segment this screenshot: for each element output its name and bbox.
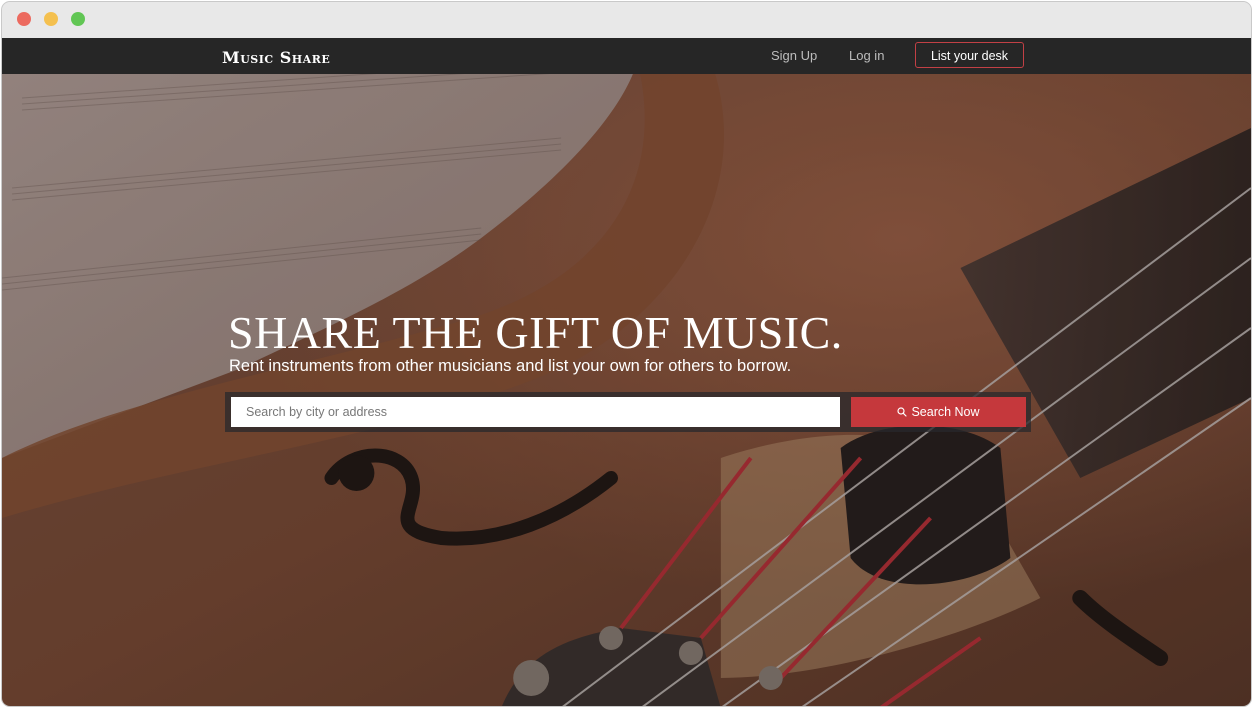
browser-window: Music Share Sign Up Log in List your des…: [1, 1, 1252, 707]
close-window-button[interactable]: [17, 12, 31, 26]
log-in-link[interactable]: Log in: [849, 48, 884, 63]
search-input[interactable]: [231, 397, 840, 427]
hero-title: SHARE THE GIFT OF MUSIC.: [228, 307, 843, 358]
search-button-label: Search Now: [911, 405, 980, 419]
search-bar: Search Now: [225, 392, 1031, 432]
page-viewport: Music Share Sign Up Log in List your des…: [2, 38, 1251, 706]
hero-subtitle: Rent instruments from other musicians an…: [229, 357, 792, 375]
top-navbar: Music Share Sign Up Log in List your des…: [2, 38, 1251, 74]
search-icon: [897, 407, 908, 417]
maximize-window-button[interactable]: [71, 12, 85, 26]
search-now-button[interactable]: Search Now: [851, 397, 1026, 427]
window-titlebar: [2, 2, 1251, 39]
sign-up-link[interactable]: Sign Up: [771, 48, 817, 63]
site-logo[interactable]: Music Share: [222, 48, 330, 67]
minimize-window-button[interactable]: [44, 12, 58, 26]
list-your-desk-button[interactable]: List your desk: [915, 42, 1024, 68]
